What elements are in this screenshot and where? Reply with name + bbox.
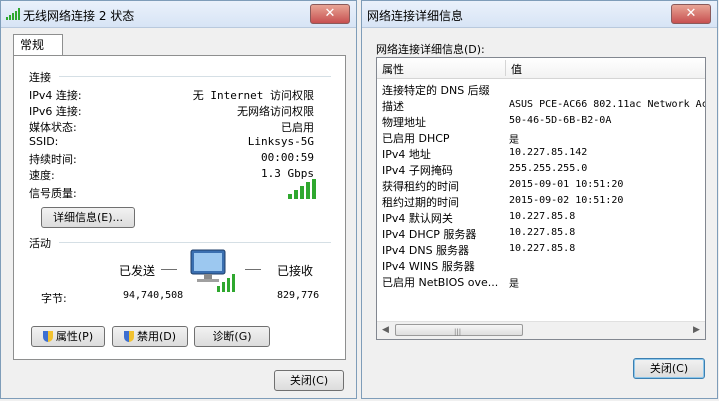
disable-button[interactable]: 禁用(D) xyxy=(112,326,188,347)
list-item-property: IPv4 子网掩码 xyxy=(382,164,453,177)
scroll-left-icon[interactable]: ◀ xyxy=(377,322,394,339)
list-item-property: 物理地址 xyxy=(382,116,426,129)
list-item-property: 描述 xyxy=(382,100,404,113)
details-window-title: 网络连接详细信息 xyxy=(367,9,464,23)
scrollbar-thumb[interactable]: ||| xyxy=(395,324,523,336)
list-item-property: 连接特定的 DNS 后缀 xyxy=(382,84,490,97)
column-header-value[interactable]: 值 xyxy=(511,61,522,77)
activity-heading: 活动 xyxy=(29,237,51,250)
list-item-property: IPv4 地址 xyxy=(382,148,431,161)
list-item-value: 2015-09-01 10:51:20 xyxy=(509,179,624,190)
list-item-property: IPv4 DHCP 服务器 xyxy=(382,228,477,241)
window-title: 无线网络连接 2 状态 xyxy=(23,9,135,23)
list-item-value: 255.255.255.0 xyxy=(509,163,588,174)
bytes-label: 字节: xyxy=(41,292,67,305)
ipv6-label: IPv6 连接: xyxy=(29,105,82,118)
list-item-property: IPv4 DNS 服务器 xyxy=(382,244,470,257)
duration-value: 00:00:59 xyxy=(261,151,314,164)
uac-shield-icon xyxy=(123,331,134,342)
list-item-value: 2015-09-02 10:51:20 xyxy=(509,195,624,206)
disable-label: 禁用(D) xyxy=(136,330,177,343)
list-item-property: 租约过期的时间 xyxy=(382,196,459,209)
ipv6-value: 无网络访问权限 xyxy=(237,105,314,118)
ssid-value: Linksys-5G xyxy=(247,135,314,148)
list-item-property: 获得租约的时间 xyxy=(382,180,459,193)
activity-divider xyxy=(59,242,331,243)
list-item-property: IPv4 WINS 服务器 xyxy=(382,260,475,273)
column-header-property[interactable]: 属性 xyxy=(382,61,404,77)
connection-divider xyxy=(59,76,331,77)
connection-heading: 连接 xyxy=(29,71,51,84)
bytes-sent-value: 94,740,508 xyxy=(123,290,184,301)
ipv4-value: 无 Internet 访问权限 xyxy=(192,89,314,102)
status-titlebar[interactable]: 无线网络连接 2 状态 ✕ xyxy=(1,1,356,28)
list-item-value: ASUS PCE-AC66 802.11ac Network Ac xyxy=(509,99,706,110)
sent-dash xyxy=(161,269,177,270)
uac-shield-icon xyxy=(42,331,53,342)
sent-label: 已发送 xyxy=(119,264,156,278)
list-item-value: 是 xyxy=(509,279,519,290)
ipv4-label: IPv4 连接: xyxy=(29,89,82,102)
list-item-property: 已启用 DHCP xyxy=(382,132,450,145)
diagnose-button[interactable]: 诊断(G) xyxy=(194,326,270,347)
duration-label: 持续时间: xyxy=(29,153,77,166)
signal-quality-label: 信号质量: xyxy=(29,187,77,200)
list-item-value: 是 xyxy=(509,135,519,146)
list-item-property: 已启用 NetBIOS ove... xyxy=(382,276,499,289)
list-item-value: 50-46-5D-6B-B2-0A xyxy=(509,115,612,126)
list-item-property: IPv4 默认网关 xyxy=(382,212,453,225)
grip-icon: ||| xyxy=(454,328,462,336)
details-list-label: 网络连接详细信息(D): xyxy=(376,43,485,56)
list-item-value: 10.227.85.142 xyxy=(509,147,588,158)
details-button[interactable]: 详细信息(E)... xyxy=(41,207,135,228)
properties-button[interactable]: 属性(P) xyxy=(31,326,105,347)
scroll-right-icon[interactable]: ▶ xyxy=(688,322,705,339)
received-dash xyxy=(245,269,261,270)
network-computer-icon xyxy=(190,249,235,292)
status-window: 无线网络连接 2 状态 ✕ 常规 连接 IPv4 连接: 无 Internet … xyxy=(0,0,357,399)
window-close-icon[interactable]: ✕ xyxy=(671,4,711,24)
media-state-label: 媒体状态: xyxy=(29,121,77,134)
details-window: 网络连接详细信息 ✕ 网络连接详细信息(D): 属性 值 连接特定的 DNS 后… xyxy=(361,0,718,399)
details-list[interactable]: 属性 值 连接特定的 DNS 后缀 描述 ASUS PCE-AC66 802.1… xyxy=(376,57,706,340)
list-item-value: 10.227.85.8 xyxy=(509,227,576,238)
details-titlebar[interactable]: 网络连接详细信息 ✕ xyxy=(362,1,717,28)
media-state-value: 已启用 xyxy=(281,121,314,134)
window-close-icon[interactable]: ✕ xyxy=(310,4,350,24)
list-item-value: 10.227.85.8 xyxy=(509,211,576,222)
received-label: 已接收 xyxy=(277,264,314,278)
signal-strength-icon xyxy=(288,179,316,199)
signal-bars-icon xyxy=(6,8,20,20)
details-list-header: 属性 值 xyxy=(377,58,705,79)
list-item-value: 10.227.85.8 xyxy=(509,243,576,254)
horizontal-scrollbar[interactable]: ◀ ||| ▶ xyxy=(377,321,705,339)
tab-general[interactable]: 常规 xyxy=(13,34,63,56)
speed-label: 速度: xyxy=(29,169,55,182)
properties-label: 属性(P) xyxy=(55,330,94,343)
column-divider[interactable] xyxy=(505,60,506,76)
details-close-button[interactable]: 关闭(C) xyxy=(633,358,705,379)
ssid-label: SSID: xyxy=(29,135,59,148)
close-button[interactable]: 关闭(C) xyxy=(274,370,344,391)
bytes-received-value: 829,776 xyxy=(277,290,320,301)
